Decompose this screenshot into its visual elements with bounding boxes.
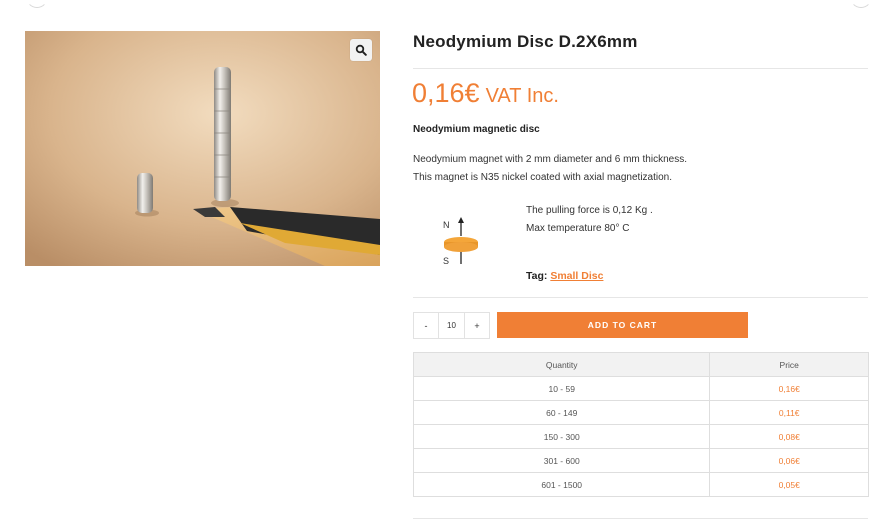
table-row: 150 - 300 0,08€ (412, 424, 869, 449)
carousel-edge-right (850, 0, 872, 8)
price-vat: VAT Inc. (485, 85, 559, 107)
quantity-input[interactable]: 10 (438, 313, 465, 338)
zoom-button[interactable] (350, 39, 372, 61)
tier-price: 0,16€ (709, 376, 869, 401)
tier-quantity: 60 - 149 (412, 400, 711, 425)
table-row: 10 - 59 0,16€ (412, 376, 869, 401)
tier-price: 0,08€ (709, 424, 869, 449)
tier-price: 0,11€ (709, 400, 869, 425)
quantity-increase-button[interactable]: + (465, 313, 489, 338)
magnifier-icon (355, 44, 367, 56)
magnet-polarity-icon: N S (443, 217, 478, 266)
tier-quantity: 150 - 300 (412, 424, 711, 449)
product-title: Neodymium Disc D.2X6mm (413, 32, 638, 51)
product-price: 0,16€ VAT Inc. (412, 78, 559, 109)
description-line-2: This magnet is N35 nickel coated with ax… (413, 172, 673, 183)
tag-link[interactable]: Small Disc (550, 270, 603, 282)
south-label: S (443, 256, 449, 266)
tier-price: 0,06€ (709, 448, 869, 473)
spec-pulling-force: The pulling force is 0,12 Kg . (526, 205, 653, 216)
divider (413, 518, 868, 519)
tier-quantity: 301 - 600 (412, 448, 711, 473)
product-image[interactable] (25, 31, 380, 266)
tier-quantity: 10 - 59 (412, 376, 711, 401)
quantity-decrease-button[interactable]: - (414, 313, 438, 338)
quantity-stepper: - 10 + (413, 312, 490, 339)
spec-max-temperature: Max temperature 80° C (526, 223, 630, 234)
table-row: 60 - 149 0,11€ (412, 400, 869, 425)
table-row: 601 - 1500 0,05€ (412, 472, 869, 497)
carousel-edge-left (26, 0, 48, 8)
tier-quantity: 601 - 1500 (412, 472, 711, 497)
description-line-1: Neodymium magnet with 2 mm diameter and … (413, 154, 687, 165)
product-subtitle: Neodymium magnetic disc (413, 124, 540, 135)
divider (413, 68, 868, 69)
column-header-quantity: Quantity (412, 352, 711, 377)
divider (413, 297, 868, 298)
table-row: 301 - 600 0,06€ (412, 448, 869, 473)
north-label: N (443, 220, 450, 230)
add-to-cart-button[interactable]: ADD TO CART (497, 312, 748, 338)
column-header-price: Price (709, 352, 869, 377)
tag-label: Tag: (526, 270, 548, 282)
product-tag: Tag: Small Disc (526, 270, 603, 282)
price-tier-table: Quantity Price 10 - 59 0,16€ 60 - 149 0,… (412, 352, 869, 497)
table-header-row: Quantity Price (412, 352, 869, 377)
tier-price: 0,05€ (709, 472, 869, 497)
product-photo (25, 31, 380, 266)
price-amount: 0,16€ (412, 78, 480, 108)
